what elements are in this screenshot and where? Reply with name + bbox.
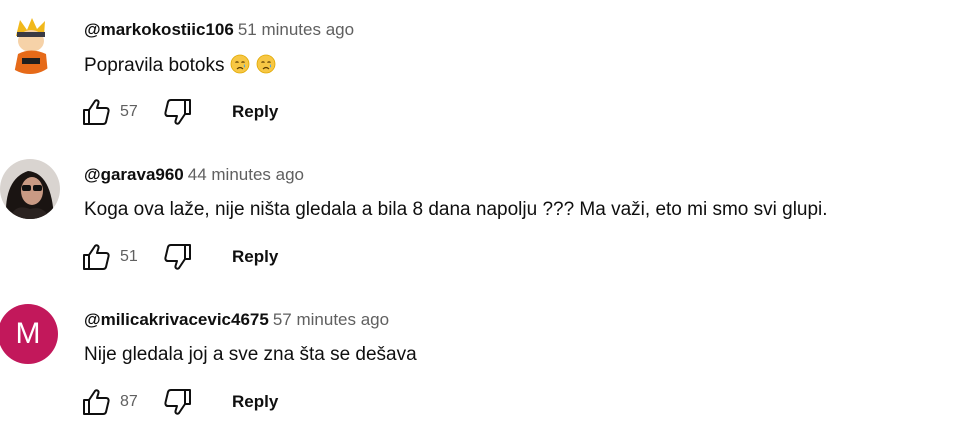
comment-text-body: Popravila botoks xyxy=(84,55,225,76)
comment-thread-item: @markokostiic106 51 minutes ago Popravila… xyxy=(0,0,956,140)
comment-thread-item: M @milicakrivacevic4675 57 minutes ago Ni… xyxy=(0,290,956,430)
comment-text: Popravila botoks xyxy=(84,54,277,77)
author-handle[interactable]: @milicakrivacevic4675 xyxy=(84,310,269,329)
author-handle[interactable]: @markokostiic106 xyxy=(84,20,234,39)
comment-header: @markokostiic106 51 minutes ago xyxy=(84,20,354,40)
thumb-up-icon[interactable] xyxy=(80,386,112,418)
thumb-down-icon[interactable] xyxy=(162,241,194,273)
comment-header: @milicakrivacevic4675 57 minutes ago xyxy=(84,310,389,330)
comment-text: Nije gledala joj a sve zna šta se dešava xyxy=(84,344,417,365)
thumb-up-icon[interactable] xyxy=(80,241,112,273)
thumb-down-icon[interactable] xyxy=(162,96,194,128)
thumb-down-icon[interactable] xyxy=(162,386,194,418)
comment-timestamp[interactable]: 44 minutes ago xyxy=(188,165,304,184)
avatar[interactable] xyxy=(0,159,60,219)
like-count: 57 xyxy=(120,103,138,120)
avatar[interactable] xyxy=(0,14,60,74)
like-count: 87 xyxy=(120,393,138,410)
comment-header: @garava960 44 minutes ago xyxy=(84,165,304,185)
crying-face-icon xyxy=(256,54,277,74)
author-handle[interactable]: @garava960 xyxy=(84,165,184,184)
comment-timestamp[interactable]: 51 minutes ago xyxy=(238,20,354,39)
reply-button[interactable]: Reply xyxy=(232,102,278,122)
comment-timestamp[interactable]: 57 minutes ago xyxy=(273,310,389,329)
reply-button[interactable]: Reply xyxy=(232,392,278,412)
thumb-up-icon[interactable] xyxy=(80,96,112,128)
like-count: 51 xyxy=(120,248,138,265)
reply-button[interactable]: Reply xyxy=(232,247,278,267)
crying-face-icon xyxy=(230,54,251,74)
comment-text: Koga ova laže, nije ništa gledala a bila… xyxy=(84,199,828,220)
comment-thread-item: @garava960 44 minutes ago Koga ova laže, … xyxy=(0,145,956,285)
avatar[interactable]: M xyxy=(0,304,58,364)
